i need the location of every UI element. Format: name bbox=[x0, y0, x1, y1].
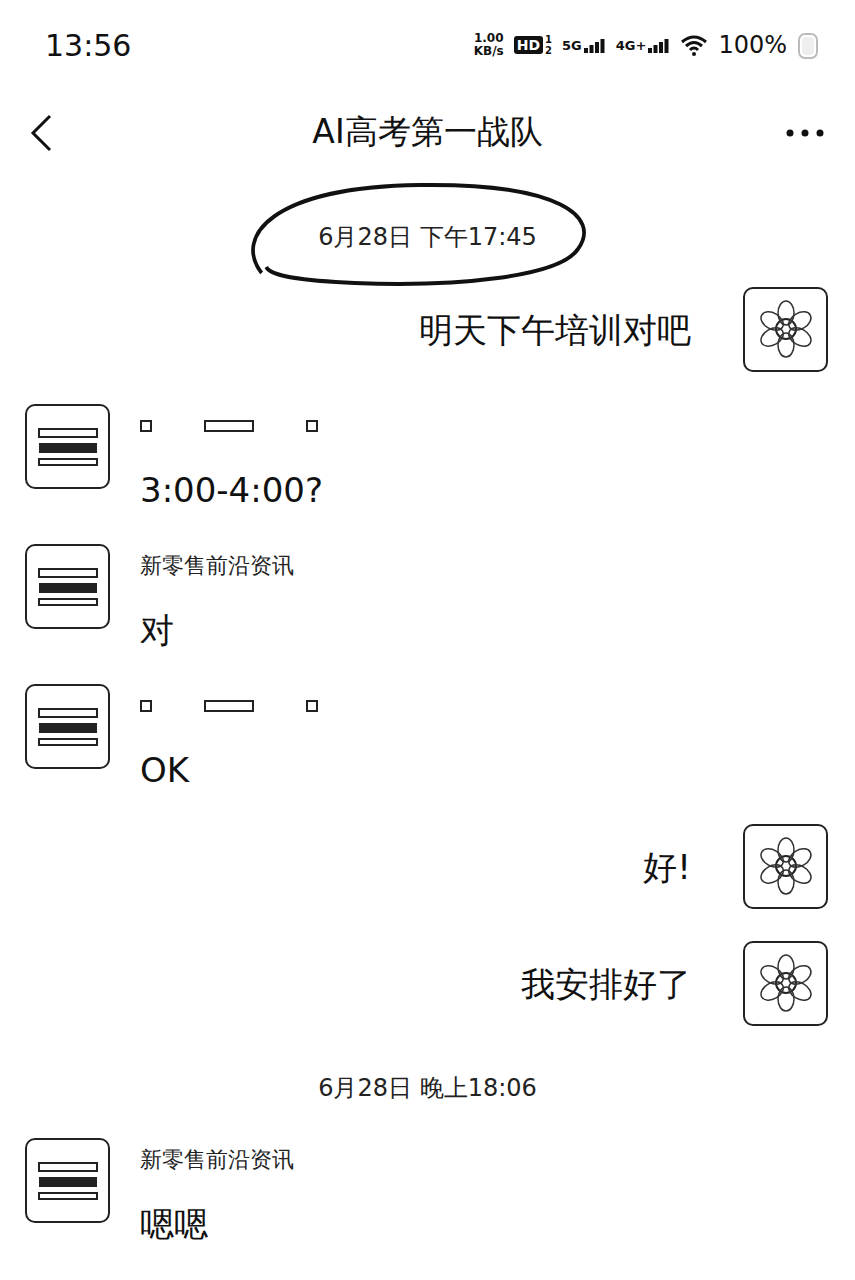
chat-title: AI高考第一战队 bbox=[90, 110, 765, 155]
message-text: 嗯嗯 bbox=[140, 1202, 294, 1246]
avatar[interactable] bbox=[25, 404, 110, 489]
back-arrow-icon bbox=[28, 112, 54, 154]
network-indicator: 4G+ bbox=[616, 38, 671, 53]
message-list: 6月28日 下午17:45明天下午培训对吧3:00-4:00?新零售前沿资讯对O… bbox=[0, 175, 855, 1246]
status-icons: 1.00KB/s HD12 5G 4G+ 100% bbox=[474, 30, 819, 60]
logo-picture bbox=[33, 697, 103, 757]
more-button[interactable] bbox=[765, 128, 855, 138]
chat-header: AI高考第一战队 bbox=[0, 90, 855, 175]
avatar[interactable] bbox=[25, 684, 110, 769]
incoming-message: 3:00-4:00? bbox=[0, 404, 855, 512]
battery-icon bbox=[797, 30, 819, 60]
hd-badge: HD12 bbox=[514, 34, 552, 56]
message-text: 3:00-4:00? bbox=[140, 468, 323, 512]
clock: 13:56 bbox=[45, 28, 131, 63]
outgoing-message: 我安排好了 bbox=[0, 941, 855, 1026]
message-text: 好! bbox=[643, 845, 691, 889]
flower-picture bbox=[751, 832, 821, 902]
outgoing-message: 明天下午培训对吧 bbox=[0, 287, 855, 372]
incoming-message: 新零售前沿资讯嗯嗯 bbox=[0, 1138, 855, 1246]
avatar[interactable] bbox=[25, 1138, 110, 1223]
network-speed: 1.00KB/s bbox=[474, 32, 504, 58]
signal-icon bbox=[584, 38, 606, 53]
message-text: 对 bbox=[140, 608, 294, 652]
incoming-message: OK bbox=[0, 684, 855, 792]
flower-picture bbox=[751, 949, 821, 1019]
battery-percent: 100% bbox=[718, 31, 787, 59]
redacted-sender bbox=[140, 410, 323, 442]
wifi-icon bbox=[680, 34, 708, 56]
avatar[interactable] bbox=[743, 941, 828, 1026]
message-text: 我安排好了 bbox=[521, 962, 691, 1006]
sender-name: 新零售前沿资讯 bbox=[140, 1144, 294, 1176]
avatar[interactable] bbox=[743, 824, 828, 909]
chat-screen: 13:56 1.00KB/s HD12 5G 4G+ 100% AI高考第一战队 6月28日 … bbox=[0, 0, 855, 1280]
logo-picture bbox=[33, 417, 103, 477]
flower-picture bbox=[751, 295, 821, 365]
timestamp: 6月28日 下午17:45 bbox=[0, 219, 855, 255]
timestamp: 6月28日 晚上18:06 bbox=[0, 1070, 855, 1106]
more-dots-icon bbox=[785, 128, 825, 138]
back-button[interactable] bbox=[0, 112, 90, 154]
avatar[interactable] bbox=[25, 544, 110, 629]
logo-picture bbox=[33, 557, 103, 617]
signal-icon bbox=[648, 38, 670, 53]
message-text: 明天下午培训对吧 bbox=[419, 308, 691, 352]
message-text: OK bbox=[140, 748, 318, 792]
avatar[interactable] bbox=[743, 287, 828, 372]
logo-picture bbox=[33, 1151, 103, 1211]
status-bar: 13:56 1.00KB/s HD12 5G 4G+ 100% bbox=[0, 0, 855, 90]
redacted-sender bbox=[140, 690, 318, 722]
outgoing-message: 好! bbox=[0, 824, 855, 909]
incoming-message: 新零售前沿资讯对 bbox=[0, 544, 855, 652]
sender-name: 新零售前沿资讯 bbox=[140, 550, 294, 582]
network-indicator: 5G bbox=[562, 38, 606, 53]
